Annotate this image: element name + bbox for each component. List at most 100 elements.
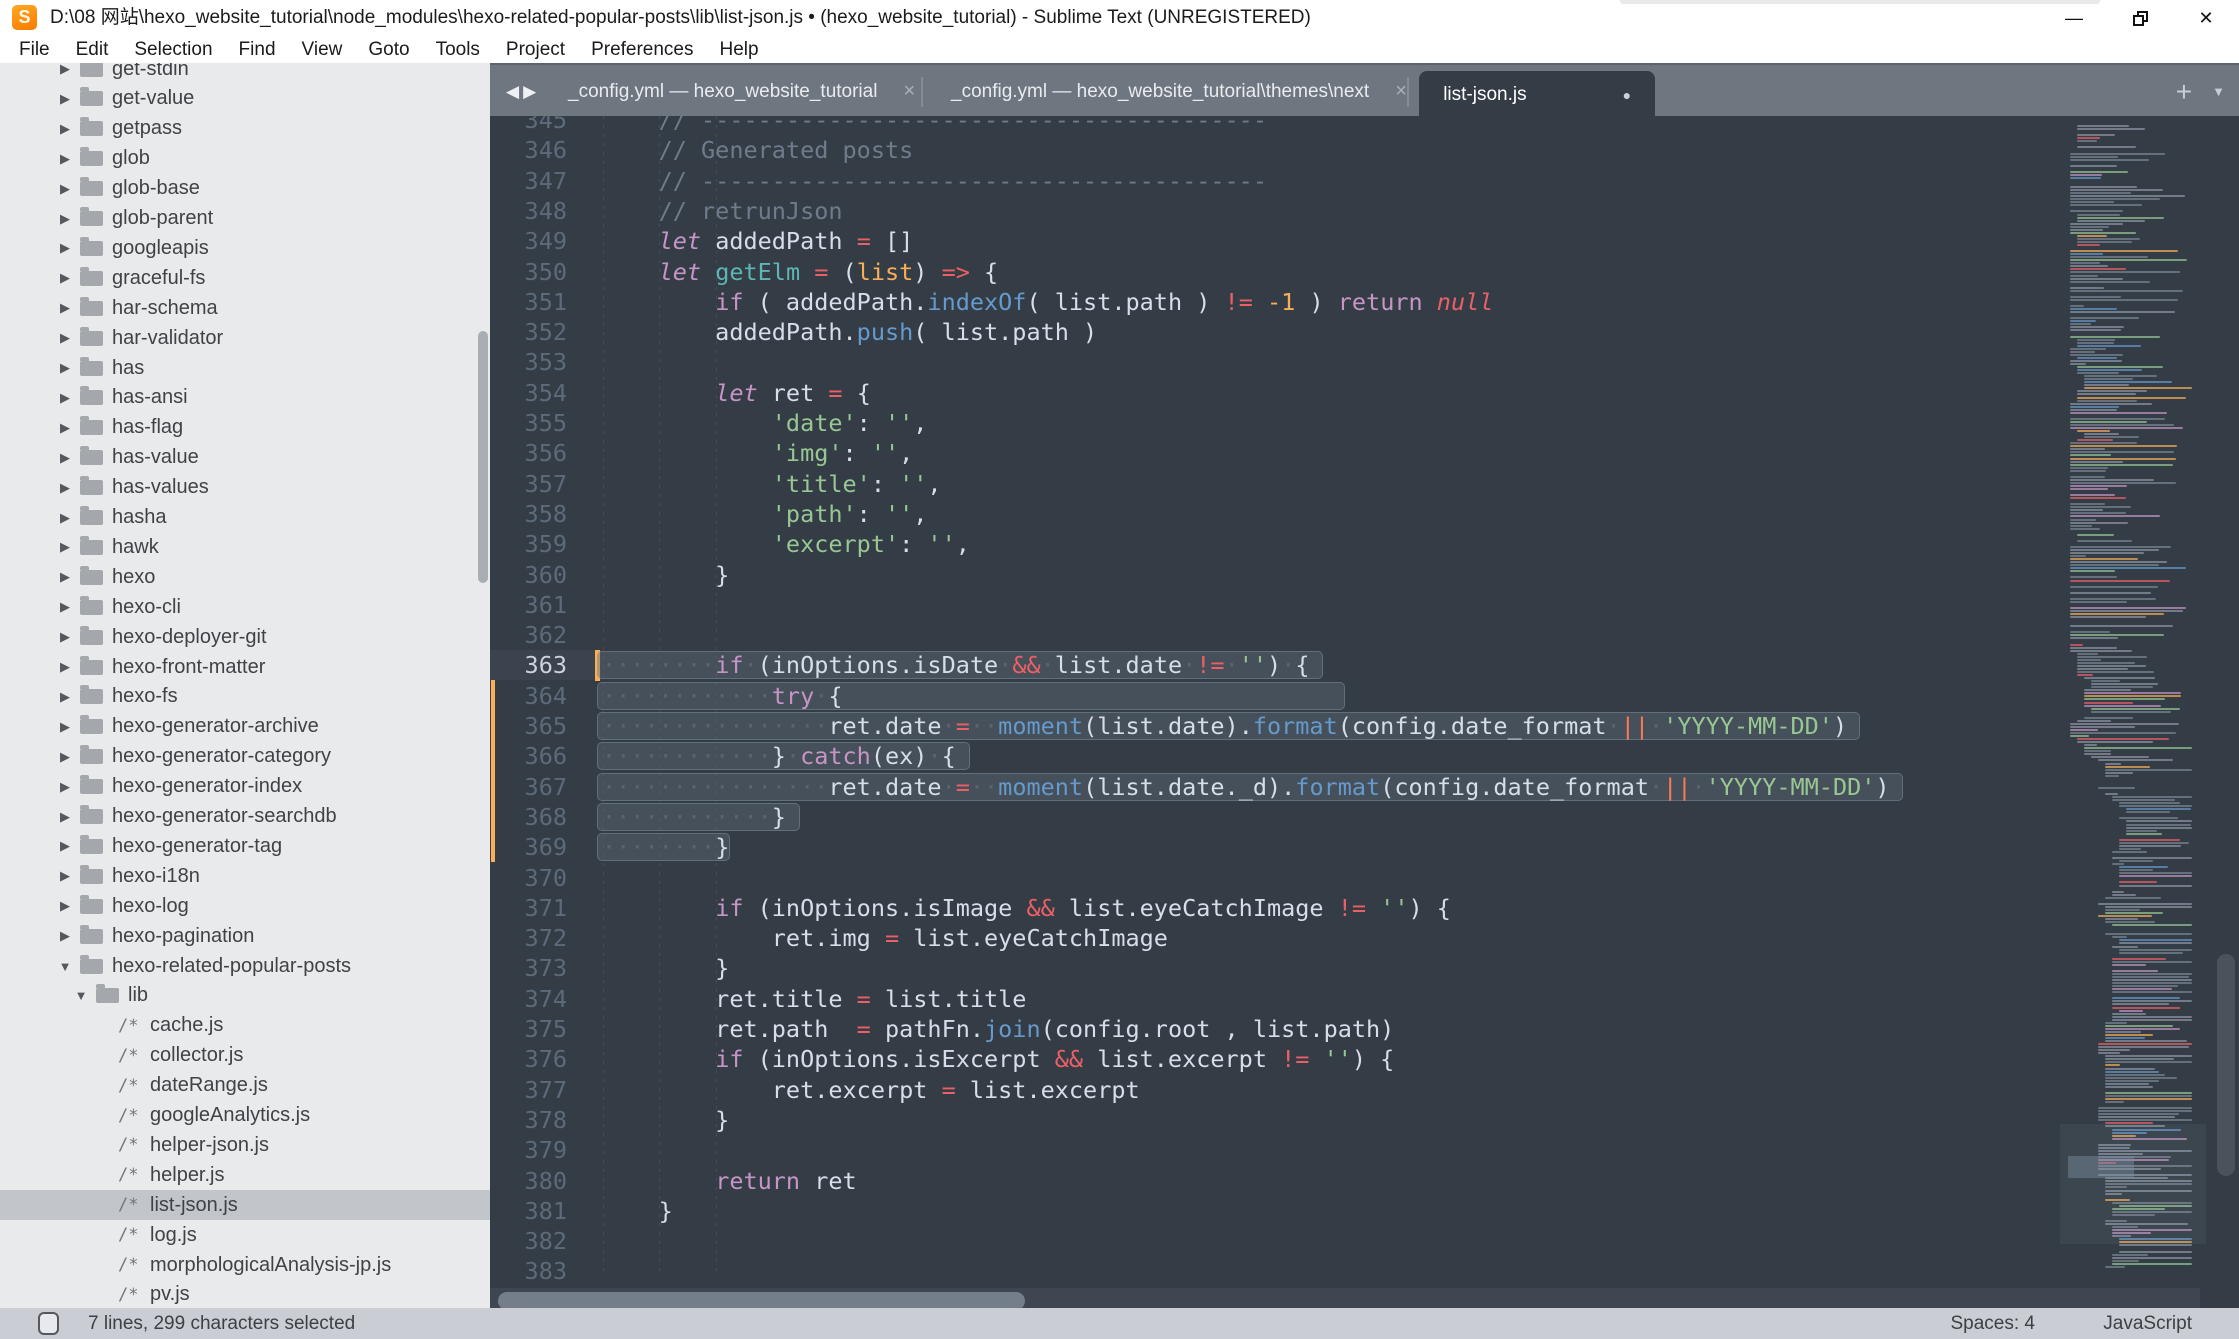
code-line-373[interactable]: 373 } xyxy=(490,953,2190,983)
menu-item-file[interactable]: File xyxy=(6,36,63,63)
menu-item-selection[interactable]: Selection xyxy=(121,36,225,63)
minimap-viewport[interactable] xyxy=(2060,1124,2206,1244)
sidebar-item-hexo-generator-category[interactable]: ▶ hexo-generator-category xyxy=(0,742,490,772)
sidebar-item-helper-json-js[interactable]: /* helper-json.js xyxy=(0,1130,490,1160)
sidebar-item-getpass[interactable]: ▶ getpass xyxy=(0,114,490,144)
vintage-mode-icon[interactable] xyxy=(38,1312,59,1335)
sidebar-item-hexo-fs[interactable]: ▶ hexo-fs xyxy=(0,682,490,712)
code-line-377[interactable]: 377 ret.excerpt = list.excerpt xyxy=(490,1075,2190,1105)
sidebar-item-glob-base[interactable]: ▶ glob-base xyxy=(0,174,490,204)
sidebar-item-lib[interactable]: ▼ lib xyxy=(0,981,490,1011)
sidebar-item-hexo-log[interactable]: ▶ hexo-log xyxy=(0,891,490,921)
tab-forward-icon[interactable]: ▶ xyxy=(523,82,536,102)
tab-close-icon[interactable]: × xyxy=(1395,80,1407,103)
tab-list-json-js[interactable]: list-json.js ● xyxy=(1419,71,1656,118)
sidebar-item-pv-js[interactable]: /* pv.js xyxy=(0,1280,490,1308)
folder-collapsed-icon[interactable]: ▶ xyxy=(58,240,72,256)
folder-collapsed-icon[interactable]: ▶ xyxy=(58,450,72,466)
sidebar-item-daterange-js[interactable]: /* dateRange.js xyxy=(0,1071,490,1101)
menu-item-goto[interactable]: Goto xyxy=(355,36,422,63)
folder-collapsed-icon[interactable]: ▶ xyxy=(58,749,72,765)
sidebar-item-has[interactable]: ▶ has xyxy=(0,353,490,383)
close-button[interactable]: ✕ xyxy=(2173,0,2239,36)
code-line-371[interactable]: 371 if (inOptions.isImage && list.eyeCat… xyxy=(490,893,2190,923)
code-line-368[interactable]: 368 ············} xyxy=(490,802,2190,832)
folder-collapsed-icon[interactable]: ▶ xyxy=(58,63,72,77)
new-tab-icon[interactable]: + xyxy=(2176,77,2192,106)
sidebar-item-hexo-pagination[interactable]: ▶ hexo-pagination xyxy=(0,921,490,951)
sidebar-item-get-stdin[interactable]: ▶ get-stdin xyxy=(0,63,490,84)
code-line-380[interactable]: 380 return ret xyxy=(490,1166,2190,1196)
folder-collapsed-icon[interactable]: ▶ xyxy=(58,838,72,854)
folder-expanded-icon[interactable]: ▼ xyxy=(58,959,72,974)
code-line-369[interactable]: 369 ········} xyxy=(490,832,2190,862)
sidebar-item-googleapis[interactable]: ▶ googleapis xyxy=(0,233,490,263)
code-line-353[interactable]: 353 xyxy=(490,347,2190,377)
sidebar-item-has-ansi[interactable]: ▶ has-ansi xyxy=(0,383,490,413)
tab-back-icon[interactable]: ◀ xyxy=(506,82,519,102)
folder-collapsed-icon[interactable]: ▶ xyxy=(58,420,72,436)
sidebar-item-hexo-generator-tag[interactable]: ▶ hexo-generator-tag xyxy=(0,831,490,861)
sidebar-item-glob-parent[interactable]: ▶ glob-parent xyxy=(0,204,490,234)
menu-item-preferences[interactable]: Preferences xyxy=(578,36,706,63)
code-line-347[interactable]: 347 // ---------------------------------… xyxy=(490,166,2190,196)
code-line-367[interactable]: 367 ················ret.date·=··moment(li… xyxy=(490,772,2190,802)
code-line-350[interactable]: 350 let getElm = (list) => { xyxy=(490,257,2190,287)
folder-collapsed-icon[interactable]: ▶ xyxy=(58,898,72,914)
folder-collapsed-icon[interactable]: ▶ xyxy=(58,779,72,795)
sidebar-item-helper-js[interactable]: /* helper.js xyxy=(0,1160,490,1190)
folder-collapsed-icon[interactable]: ▶ xyxy=(58,270,72,286)
minimize-button[interactable]: — xyxy=(2041,0,2107,36)
sidebar-scrollbar[interactable] xyxy=(478,331,488,583)
code-line-354[interactable]: 354 let ret = { xyxy=(490,378,2190,408)
horizontal-scrollbar[interactable] xyxy=(490,1288,2200,1308)
sidebar-item-hexo[interactable]: ▶ hexo xyxy=(0,562,490,592)
sidebar-item-collector-js[interactable]: /* collector.js xyxy=(0,1041,490,1071)
code-line-355[interactable]: 355 'date': '', xyxy=(490,408,2190,438)
folder-collapsed-icon[interactable]: ▶ xyxy=(58,360,72,376)
folder-collapsed-icon[interactable]: ▶ xyxy=(58,719,72,735)
menu-item-find[interactable]: Find xyxy=(226,36,289,63)
folder-collapsed-icon[interactable]: ▶ xyxy=(58,151,72,167)
sidebar-item-hexo-deployer-git[interactable]: ▶ hexo-deployer-git xyxy=(0,622,490,652)
code-line-348[interactable]: 348 // retrunJson xyxy=(490,196,2190,226)
folder-collapsed-icon[interactable]: ▶ xyxy=(58,91,72,107)
vertical-scrollbar[interactable] xyxy=(2211,116,2239,1276)
horizontal-scrollbar-thumb[interactable] xyxy=(498,1292,1025,1308)
sidebar-item-has-values[interactable]: ▶ has-values xyxy=(0,473,490,503)
sidebar-item-har-validator[interactable]: ▶ har-validator xyxy=(0,323,490,353)
code-line-358[interactable]: 358 'path': '', xyxy=(490,499,2190,529)
code-line-346[interactable]: 346 // Generated posts xyxy=(490,135,2190,165)
code-line-376[interactable]: 376 if (inOptions.isExcerpt && list.exce… xyxy=(490,1044,2190,1074)
code-line-349[interactable]: 349 let addedPath = [] xyxy=(490,226,2190,256)
sidebar-item-hexo-generator-searchdb[interactable]: ▶ hexo-generator-searchdb xyxy=(0,802,490,832)
code-line-379[interactable]: 379 xyxy=(490,1135,2190,1165)
tab-overflow-icon[interactable]: ▼ xyxy=(2212,84,2225,99)
sidebar-item-hexo-generator-archive[interactable]: ▶ hexo-generator-archive xyxy=(0,712,490,742)
folder-collapsed-icon[interactable]: ▶ xyxy=(58,629,72,645)
code-line-370[interactable]: 370 xyxy=(490,863,2190,893)
folder-collapsed-icon[interactable]: ▶ xyxy=(58,539,72,555)
code-line-378[interactable]: 378 } xyxy=(490,1105,2190,1135)
tab-close-icon[interactable]: × xyxy=(903,80,915,103)
code-line-357[interactable]: 357 'title': '', xyxy=(490,469,2190,499)
code-line-374[interactable]: 374 ret.title = list.title xyxy=(490,984,2190,1014)
code-line-362[interactable]: 362 xyxy=(490,620,2190,650)
sidebar-item-googleanalytics-js[interactable]: /* googleAnalytics.js xyxy=(0,1101,490,1131)
restore-button[interactable] xyxy=(2107,0,2173,36)
sidebar-item-get-value[interactable]: ▶ get-value xyxy=(0,84,490,114)
code-line-345[interactable]: 345 // ---------------------------------… xyxy=(490,116,2190,135)
syntax-setting[interactable]: JavaScript xyxy=(2103,1308,2192,1339)
tab--config-yml-hexo-website-tutorial-themes-next[interactable]: _config.yml — hexo_website_tutorial\them… xyxy=(933,65,1407,118)
code-line-381[interactable]: 381 } xyxy=(490,1196,2190,1226)
folder-collapsed-icon[interactable]: ▶ xyxy=(58,659,72,675)
code-line-351[interactable]: 351 if ( addedPath.indexOf( list.path ) … xyxy=(490,287,2190,317)
code-line-366[interactable]: 366 ············}·catch(ex)·{ xyxy=(490,741,2190,771)
folder-collapsed-icon[interactable]: ▶ xyxy=(58,211,72,227)
sidebar-item-has-flag[interactable]: ▶ has-flag xyxy=(0,413,490,443)
sidebar-item-hexo-cli[interactable]: ▶ hexo-cli xyxy=(0,592,490,622)
menu-item-project[interactable]: Project xyxy=(493,36,578,63)
menu-item-help[interactable]: Help xyxy=(707,36,772,63)
folder-collapsed-icon[interactable]: ▶ xyxy=(58,689,72,705)
code-line-352[interactable]: 352 addedPath.push( list.path ) xyxy=(490,317,2190,347)
